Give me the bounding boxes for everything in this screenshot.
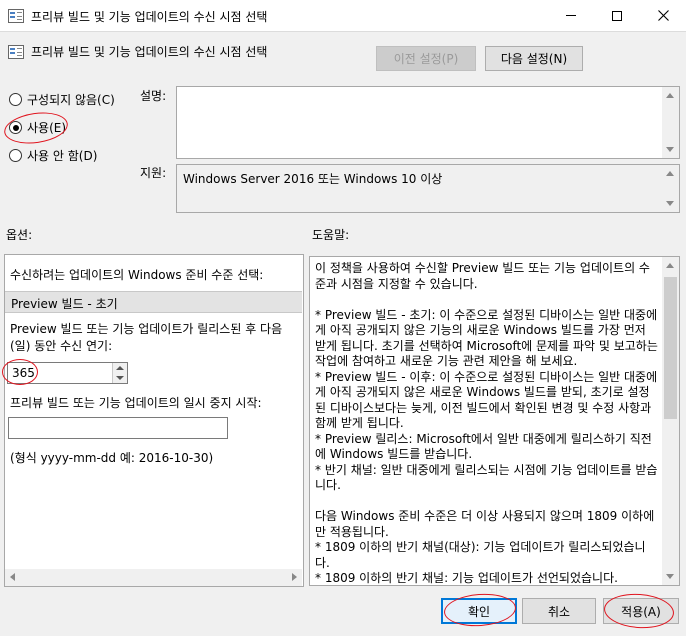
- supported-scrollbar[interactable]: [662, 165, 679, 212]
- comment-value: [177, 87, 679, 93]
- defer-label: Preview 빌드 또는 기능 업데이트가 릴리스된 후 다음(일) 동안 수…: [10, 322, 283, 353]
- scroll-left-icon[interactable]: [10, 573, 15, 581]
- scroll-down-icon[interactable]: [666, 574, 674, 579]
- scroll-down-icon[interactable]: [666, 147, 674, 152]
- policy-setting-icon: [8, 9, 24, 23]
- help-scrollbar[interactable]: [662, 257, 679, 585]
- stepper-down-icon[interactable]: [116, 376, 124, 380]
- policy-setting-icon: [8, 45, 24, 59]
- radio-label: 구성되지 않음(C): [27, 93, 115, 107]
- radio-disabled[interactable]: 사용 안 함(D): [9, 147, 97, 164]
- stepper-buttons[interactable]: [112, 363, 127, 383]
- date-format-hint: (형식 yyyy-mm-dd 예: 2016-10-30): [10, 451, 214, 465]
- cancel-button[interactable]: 취소: [522, 598, 596, 624]
- pause-date-input[interactable]: [8, 417, 228, 439]
- maximize-button[interactable]: [594, 0, 640, 31]
- scroll-up-icon[interactable]: [666, 263, 674, 268]
- next-setting-button[interactable]: 다음 설정(N): [485, 46, 583, 71]
- radio-label: 사용 안 함(D): [27, 149, 98, 163]
- title-bar: 프리뷰 빌드 및 기능 업데이트의 수신 시점 선택: [0, 0, 686, 32]
- options-label: 옵션:: [6, 228, 33, 242]
- scroll-up-icon[interactable]: [666, 93, 674, 98]
- close-icon: [657, 10, 669, 21]
- comment-scrollbar[interactable]: [662, 87, 679, 158]
- scroll-up-icon[interactable]: [666, 171, 674, 176]
- close-button[interactable]: [640, 0, 686, 31]
- radio-circle[interactable]: [9, 149, 22, 162]
- scroll-thumb[interactable]: [664, 277, 677, 419]
- radio-not-configured[interactable]: 구성되지 않음(C): [9, 91, 115, 108]
- supported-box: Windows Server 2016 또는 Windows 10 이상: [176, 164, 680, 213]
- maximize-icon: [612, 10, 622, 21]
- apply-button[interactable]: 적용(A): [603, 598, 679, 624]
- supported-label: 지원:: [140, 166, 167, 180]
- scroll-down-icon[interactable]: [666, 201, 674, 206]
- setting-title: 프리뷰 빌드 및 기능 업데이트의 수신 시점 선택: [31, 45, 268, 59]
- minimize-button[interactable]: [548, 0, 594, 31]
- radio-circle[interactable]: [9, 93, 22, 106]
- help-pane: 이 정책을 사용하여 수신할 Preview 빌드 또는 기능 업데이트의 수준…: [309, 256, 680, 586]
- previous-setting-button[interactable]: 이전 설정(P): [376, 46, 476, 71]
- supported-value: Windows Server 2016 또는 Windows 10 이상: [183, 172, 443, 186]
- ok-button[interactable]: 확인: [441, 598, 517, 624]
- help-text: 이 정책을 사용하여 수신할 Preview 빌드 또는 기능 업데이트의 수준…: [315, 261, 658, 585]
- defer-days-stepper[interactable]: 365: [7, 362, 128, 384]
- defer-days-value: 365: [12, 366, 35, 380]
- help-label: 도움말:: [312, 228, 350, 242]
- comment-textarea[interactable]: [176, 86, 680, 159]
- comment-label: 설명:: [140, 89, 167, 103]
- selected-readiness-level: Preview 빌드 - 초기: [11, 297, 118, 311]
- radio-label: 사용(E): [27, 121, 67, 135]
- pause-label: 프리뷰 빌드 또는 기능 업데이트의 일시 중지 시작:: [10, 396, 262, 410]
- stepper-up-icon[interactable]: [116, 366, 124, 370]
- scroll-right-icon[interactable]: [292, 573, 297, 581]
- minimize-icon: [566, 15, 576, 16]
- radio-circle[interactable]: [9, 121, 22, 134]
- select-level-label: 수신하려는 업데이트의 Windows 준비 수준 선택:: [10, 268, 264, 282]
- window-title: 프리뷰 빌드 및 기능 업데이트의 수신 시점 선택: [31, 10, 268, 24]
- readiness-level-select[interactable]: Preview 빌드 - 초기: [5, 291, 302, 313]
- radio-enabled[interactable]: 사용(E): [9, 119, 66, 136]
- options-horizontal-scrollbar[interactable]: [5, 569, 302, 586]
